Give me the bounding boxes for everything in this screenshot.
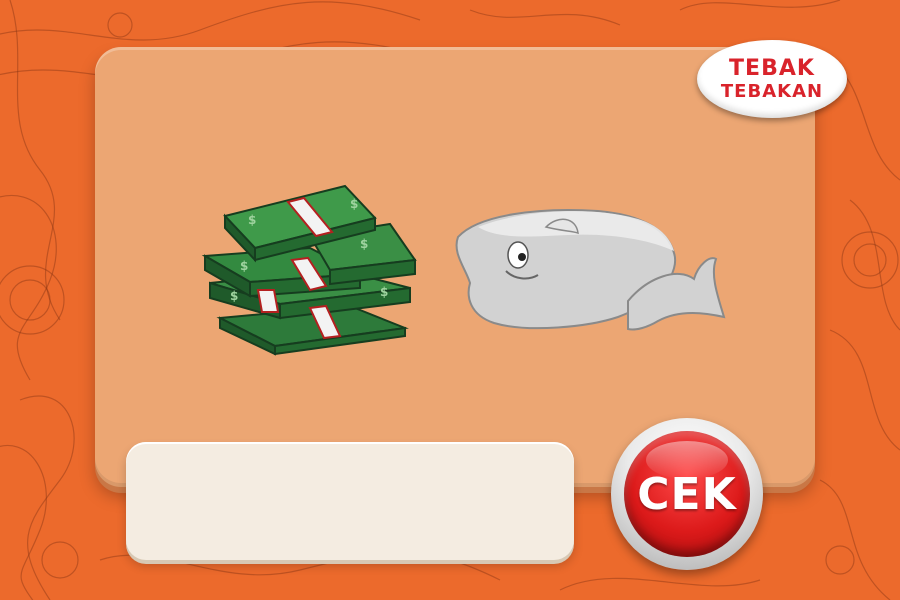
answer-input[interactable] xyxy=(126,442,574,560)
check-button-face: CEK xyxy=(624,431,750,557)
svg-text:$: $ xyxy=(380,285,388,299)
money-stacks-icon: $ $ $ $ $ $ xyxy=(200,178,425,362)
svg-text:$: $ xyxy=(240,259,248,273)
svg-text:$: $ xyxy=(350,197,358,211)
svg-text:$: $ xyxy=(248,213,256,227)
game-logo: TEBAK TEBAKAN xyxy=(697,40,847,118)
check-button-label: CEK xyxy=(637,468,737,520)
whale-icon xyxy=(448,205,728,349)
svg-text:$: $ xyxy=(230,289,238,303)
check-button[interactable]: CEK xyxy=(611,418,763,570)
svg-text:$: $ xyxy=(360,237,368,251)
logo-line-2: TEBAKAN xyxy=(720,80,824,102)
logo-line-1: TEBAK xyxy=(729,55,815,81)
